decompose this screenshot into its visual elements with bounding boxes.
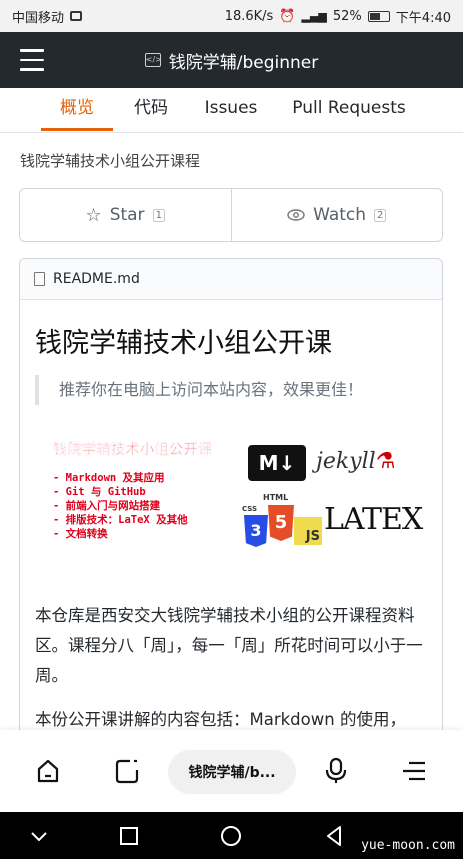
battery-icon — [367, 10, 390, 22]
watch-count: 2 — [374, 208, 387, 222]
readme-paragraph: 本仓库是西安交大钱院学辅技术小组的公开课程资料区。课程分八「周」，每一「周」所花… — [35, 606, 423, 685]
latex-logo: LATEX — [324, 502, 423, 537]
menu-lines-icon[interactable] — [400, 757, 428, 785]
network-speed: 18.6K/s — [224, 8, 274, 24]
banner-list: - Markdown 及其应用 - Git 与 GitHub - 前端入门与网站… — [53, 471, 233, 541]
alarm-icon: ⏰ — [279, 8, 296, 24]
banner-item: - Markdown 及其应用 — [53, 472, 165, 484]
tab-code[interactable]: 代码 — [122, 88, 180, 132]
repo-description: 钱院学辅技术小组公开课程 — [20, 152, 201, 170]
star-label: Star — [109, 205, 145, 225]
browser-toolbar: 钱院学辅/b... — [0, 730, 463, 812]
html-label: HTML — [263, 493, 289, 502]
readme-filename: README.md — [53, 271, 140, 287]
tabs-icon[interactable] — [113, 757, 141, 785]
collapse-icon[interactable] — [27, 824, 51, 848]
signal-icon: ▂▄▆ — [301, 9, 327, 23]
address-pill[interactable]: 钱院学辅/b... — [168, 750, 296, 794]
jekyll-logo: jekyll⚗ — [316, 449, 396, 474]
banner-item: - Git 与 GitHub — [53, 486, 146, 498]
tab-overview[interactable]: 概览 — [41, 88, 113, 132]
star-button[interactable]: ☆ Star 1 — [20, 189, 231, 241]
battery-percent: 52% — [332, 8, 362, 24]
tab-pull-requests[interactable]: Pull Requests — [286, 88, 412, 132]
banner-item: - 文档转换 — [53, 528, 108, 540]
readme-header: README.md — [20, 259, 442, 300]
notification-icon — [70, 11, 83, 21]
home-nav-icon[interactable] — [219, 824, 243, 848]
repo-title-text: 钱院学辅/beginner — [168, 52, 319, 73]
readme-title: 钱院学辅技术小组公开课 — [35, 328, 332, 359]
repo-actions: ☆ Star 1 Watch 2 — [19, 188, 443, 242]
recents-icon[interactable] — [117, 824, 141, 848]
clock: 下午4:40 — [395, 10, 451, 26]
watch-label: Watch — [313, 205, 367, 225]
banner-item: - 排版技术：LaTeX 及其他 — [53, 514, 188, 526]
css-label: CSS — [242, 505, 258, 513]
carrier-label: 中国移动 — [12, 10, 65, 26]
watch-button[interactable]: Watch 2 — [230, 189, 443, 241]
css3-logo: 3 — [244, 515, 268, 547]
banner-title: 钱院学辅技术小组公开课 — [53, 442, 213, 458]
repo-title: </> 钱院学辅/beginner — [0, 32, 463, 88]
active-tab-indicator — [41, 128, 113, 131]
banner-item: - 前端入门与网站搭建 — [53, 500, 161, 512]
star-count: 1 — [152, 208, 165, 222]
eye-icon — [287, 209, 305, 221]
microphone-icon[interactable] — [322, 757, 350, 785]
js-logo: JS — [294, 517, 322, 545]
repo-tabs: 概览 代码 Issues Pull Requests — [0, 88, 463, 133]
repo-icon: </> — [144, 53, 162, 67]
readme-quote: 推荐你在电脑上访问本站内容，效果更佳！ — [35, 375, 363, 405]
banner-image: 钱院学辅技术小组公开课 - Markdown 及其应用 - Git 与 GitH… — [53, 439, 233, 541]
star-icon: ☆ — [85, 204, 102, 226]
system-nav-bar: yue-moon.com — [0, 812, 463, 859]
app-header: </> 钱院学辅/beginner — [0, 32, 463, 88]
status-bar: 中国移动 18.6K/s ⏰ ▂▄▆ 52% 下午4:40 — [0, 0, 463, 32]
tab-issues[interactable]: Issues — [193, 88, 269, 132]
file-icon — [34, 272, 45, 286]
watermark: yue-moon.com — [361, 838, 455, 853]
html5-logo: 5 — [268, 505, 294, 541]
back-icon[interactable] — [322, 824, 346, 848]
home-icon[interactable] — [34, 757, 62, 785]
markdown-logo: M↓ — [248, 445, 306, 481]
